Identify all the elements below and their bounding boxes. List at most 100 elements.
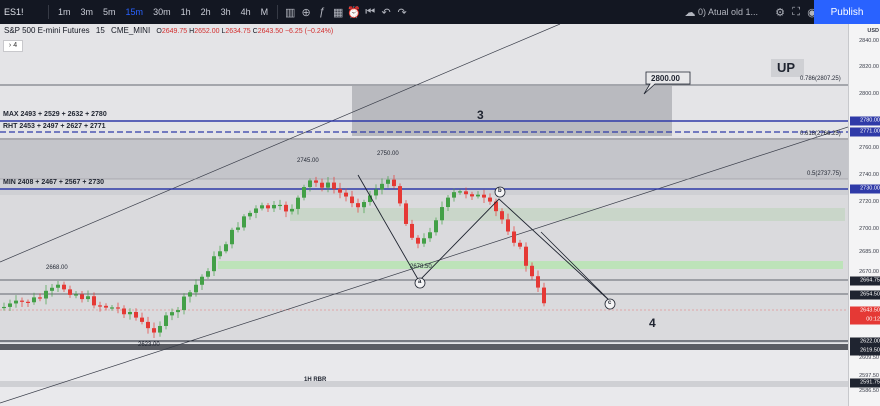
price-tag-max: 2780.00 bbox=[850, 116, 880, 126]
timeframe-4h[interactable]: 4h bbox=[236, 0, 256, 24]
collapse-indicators-button[interactable]: › 4 bbox=[3, 40, 23, 52]
publish-button[interactable]: Publish bbox=[814, 0, 880, 24]
candle-body bbox=[248, 212, 252, 217]
compare-icon[interactable]: ⊕ bbox=[298, 0, 314, 24]
candle-body bbox=[542, 287, 546, 304]
candle-body bbox=[176, 310, 180, 313]
candle-body bbox=[512, 231, 516, 243]
wave-a-label: a bbox=[418, 279, 422, 285]
price-tag-2591: 2591.75 bbox=[850, 378, 880, 388]
candle-body bbox=[530, 265, 534, 277]
candle-body bbox=[32, 297, 36, 303]
replay-icon[interactable]: ⏮ bbox=[362, 0, 378, 24]
candle-body bbox=[362, 202, 366, 208]
up-label: UP bbox=[777, 60, 796, 75]
rbr-label: 1H RBR bbox=[304, 377, 327, 383]
fullscreen-icon[interactable]: ⛶ bbox=[788, 0, 804, 24]
price-axis[interactable]: USD 2840.00 2820.00 2800.00 2760.00 2740… bbox=[848, 24, 880, 406]
timeframe-3h[interactable]: 3h bbox=[216, 0, 236, 24]
min-line-label: MIN 2408 + 2467 + 2567 + 2730 bbox=[3, 179, 104, 186]
legend-interval: 15 bbox=[95, 26, 105, 35]
candle-body bbox=[398, 186, 402, 204]
wave-3-label: 3 bbox=[477, 108, 484, 122]
price-tag-last: 2643.50 bbox=[850, 306, 880, 316]
candle-body bbox=[272, 204, 276, 209]
candle-body bbox=[338, 188, 342, 193]
candle-body bbox=[458, 191, 462, 193]
candle-body bbox=[200, 276, 204, 285]
timeframe-1h[interactable]: 1h bbox=[176, 0, 196, 24]
candle-body bbox=[218, 251, 222, 257]
candle-body bbox=[470, 194, 474, 197]
chart-canvas[interactable] bbox=[0, 24, 848, 406]
price-tag-2664: 2664.75 bbox=[850, 276, 880, 286]
timeframe-month[interactable]: M bbox=[256, 0, 274, 24]
timeframe-2h[interactable]: 2h bbox=[196, 0, 216, 24]
candle-body bbox=[170, 312, 174, 316]
bar-style-icon[interactable]: ▥ bbox=[282, 0, 298, 24]
candle-body bbox=[296, 197, 300, 209]
candle-body bbox=[206, 271, 210, 277]
bottom-band bbox=[0, 344, 848, 350]
candle-body bbox=[374, 189, 378, 196]
candle-body bbox=[386, 179, 390, 184]
candle-body bbox=[290, 208, 294, 212]
undo-icon[interactable]: ↶ bbox=[378, 0, 394, 24]
timeframe-30m[interactable]: 30m bbox=[148, 0, 176, 24]
candle-body bbox=[344, 192, 348, 197]
candle-body bbox=[500, 211, 504, 220]
candle-body bbox=[428, 232, 432, 239]
template-icon[interactable]: ▦ bbox=[330, 0, 346, 24]
alert-icon[interactable]: ⏰ bbox=[346, 0, 362, 24]
axis-tick: 2609.50 bbox=[859, 355, 879, 361]
redo-icon[interactable]: ↷ bbox=[394, 0, 410, 24]
cloud-icon: ☁ bbox=[684, 6, 696, 19]
legend-change: −6.25 (−0.24%) bbox=[284, 28, 334, 35]
candle-body bbox=[74, 294, 78, 296]
candle-body bbox=[122, 308, 126, 315]
callout-2800-text: 2800.00 bbox=[651, 74, 680, 83]
candle-body bbox=[266, 205, 270, 209]
candle-body bbox=[356, 203, 360, 208]
wave-c-label: c bbox=[608, 300, 612, 306]
low-label-2623: 2623.00 bbox=[138, 342, 160, 348]
axis-tick: 2700.00 bbox=[859, 226, 879, 232]
candle-body bbox=[446, 197, 450, 208]
wave-b-label: b bbox=[498, 188, 502, 194]
timeframe-1m[interactable]: 1m bbox=[53, 0, 76, 24]
rht-line-label: RHT 2453 + 2497 + 2627 + 2771 bbox=[3, 123, 106, 130]
legend-exchange: CME_MINI bbox=[111, 26, 151, 35]
low-label-2678: 2678.50 bbox=[410, 264, 432, 270]
candle-body bbox=[464, 191, 468, 195]
candle-body bbox=[38, 297, 42, 299]
candle-body bbox=[518, 242, 522, 247]
indicators-icon[interactable]: ƒ bbox=[314, 0, 330, 24]
candle-body bbox=[422, 238, 426, 244]
axis-tick: 2720.00 bbox=[859, 199, 879, 205]
candle-body bbox=[110, 307, 114, 309]
candle-body bbox=[524, 246, 528, 266]
price-tag-min: 2730.00 bbox=[850, 184, 880, 194]
candle-body bbox=[104, 305, 108, 308]
layout-switcher[interactable]: ☁ 0) Atual old 1... ⚙ ⛶ ◉ bbox=[682, 0, 820, 24]
timeframe-3m[interactable]: 3m bbox=[76, 0, 99, 24]
candle-body bbox=[182, 296, 186, 311]
candle-body bbox=[92, 296, 96, 306]
symbol-search[interactable]: ES1! bbox=[0, 7, 44, 17]
candle-body bbox=[242, 216, 246, 228]
candle-body bbox=[350, 196, 354, 204]
axis-currency: USD bbox=[867, 28, 879, 34]
candle-body bbox=[506, 219, 510, 232]
settings-icon[interactable]: ⚙ bbox=[772, 0, 788, 24]
candle-body bbox=[308, 180, 312, 188]
candle-body bbox=[164, 315, 168, 326]
axis-tick: 2760.00 bbox=[859, 145, 879, 151]
timeframe-5m[interactable]: 5m bbox=[98, 0, 121, 24]
price-tag-2654: 2654.50 bbox=[850, 290, 880, 300]
candle-body bbox=[392, 179, 396, 187]
axis-tick: 2586.50 bbox=[859, 388, 879, 394]
timeframe-15m[interactable]: 15m bbox=[121, 0, 149, 24]
gray-box-upper bbox=[352, 86, 672, 136]
price-tag-2619: 2619.50 bbox=[850, 346, 880, 356]
candle-body bbox=[224, 244, 228, 252]
